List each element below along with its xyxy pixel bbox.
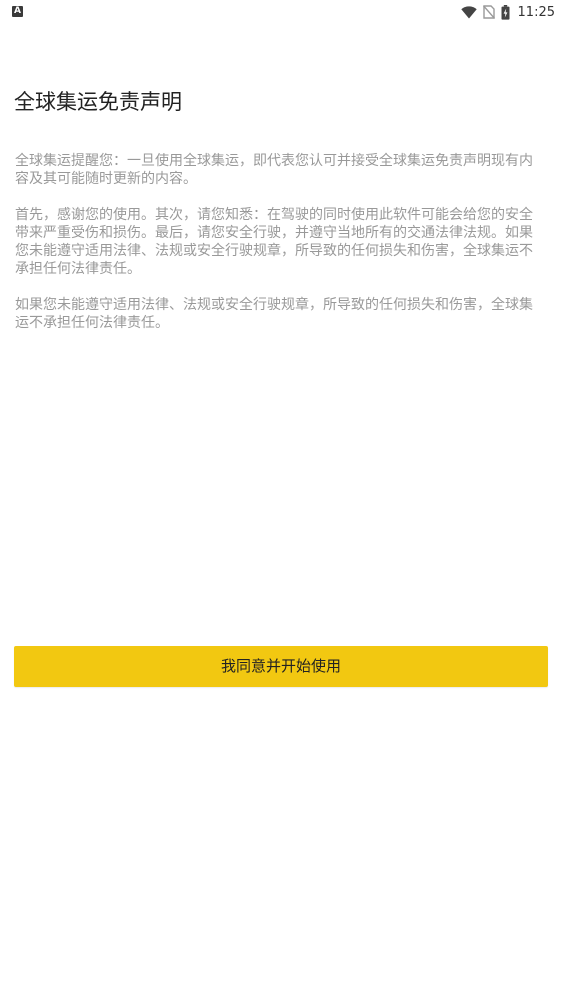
disclaimer-paragraph: 如果您未能遵守适用法律、法规或安全行驶规章，所导致的任何损失和伤害，全球集运不承… bbox=[15, 297, 533, 331]
agree-and-start-button[interactable]: 我同意并开始使用 bbox=[14, 646, 548, 687]
clock: 11:25 bbox=[517, 4, 555, 20]
status-bar: A 11:25 bbox=[0, 0, 563, 24]
no-sim-icon bbox=[482, 5, 495, 19]
disclaimer-body: 全球集运提醒您：一旦使用全球集运，即代表您认可并接受全球集运免责声明现有内容及其… bbox=[15, 152, 546, 350]
disclaimer-paragraph: 全球集运提醒您：一旦使用全球集运，即代表您认可并接受全球集运免责声明现有内容及其… bbox=[15, 153, 533, 187]
battery-charging-icon bbox=[501, 4, 510, 20]
notification-a-icon: A bbox=[12, 6, 23, 17]
wifi-icon bbox=[460, 5, 477, 19]
page-title: 全球集运免责声明 bbox=[14, 90, 182, 114]
disclaimer-paragraph: 首先，感谢您的使用。其次，请您知悉：在驾驶的同时使用此软件可能会给您的安全带来严… bbox=[15, 207, 533, 277]
status-icons: 11:25 bbox=[460, 3, 555, 21]
